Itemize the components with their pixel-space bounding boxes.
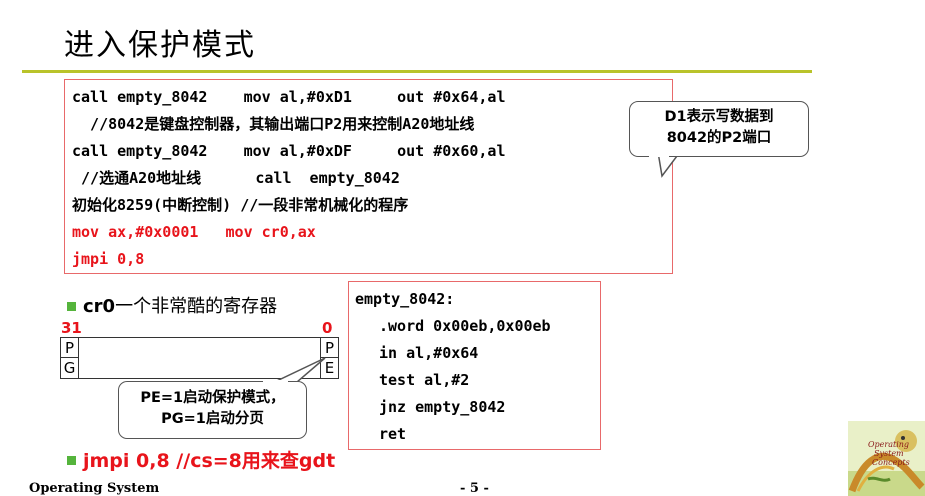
code-block: call empty_8042 mov al,#0xD1 out #0x64,a… — [64, 79, 673, 274]
d1-callout-line1: D1表示写数据到 — [664, 109, 774, 125]
pe-callout: PE=1启动保护模式， PG=1启动分页 — [118, 381, 307, 439]
footer-course-name: Operating System — [29, 481, 160, 496]
callout-joint — [649, 154, 669, 157]
pe-callout-line1: PE=1启动保护模式， — [140, 390, 285, 406]
d1-callout: D1表示写数据到 8042的P2端口 — [629, 101, 809, 157]
asm-line: .word 0x00eb,0x00eb — [379, 317, 551, 335]
bullet-marker — [67, 302, 76, 311]
asm-line: ret — [379, 425, 407, 443]
code-line: 初始化8259(中断控制) //一段非常机械化的程序 — [72, 196, 409, 214]
bullet-marker — [67, 456, 76, 465]
pe-bit-top: P — [321, 338, 338, 358]
bullet-jmpi: jmpi 0,8 //cs=8用来查gdt — [83, 450, 336, 472]
bullet-cr0-text: 一个非常酷的寄存器 — [115, 296, 278, 317]
asm-line: in al,#0x64 — [379, 344, 479, 362]
code-line-red: jmpi 0,8 — [72, 250, 145, 268]
code-line: call empty_8042 mov al,#0xD1 out #0x64,a… — [72, 88, 506, 106]
bullet-cr0-bold: cr0 — [83, 296, 116, 317]
pg-bit-bottom: G — [63, 359, 76, 377]
book-title-line2: System — [874, 449, 904, 458]
book-title-line3: Concepts — [872, 458, 910, 467]
callout-joint — [263, 380, 288, 383]
bit-0-label: 0 — [322, 319, 333, 337]
code-line: //8042是键盘控制器，其输出端口P2用来控制A20地址线 — [72, 115, 475, 133]
d1-callout-line2: 8042的P2端口 — [666, 130, 772, 146]
pg-bit-cell: P G — [61, 338, 79, 378]
slide-title: 进入保护模式 — [64, 28, 256, 63]
book-title-line1: Operating — [868, 440, 909, 449]
code-line: //选通A20地址线 call empty_8042 — [72, 169, 400, 187]
code-line-red: mov ax,#0x0001 mov cr0,ax — [72, 223, 316, 241]
title-divider — [22, 70, 812, 73]
bullet-cr0: cr0一个非常酷的寄存器 — [83, 292, 277, 318]
footer-page-number: - 5 - — [460, 481, 489, 496]
pg-bit-top: P — [61, 338, 78, 358]
code-line: call empty_8042 mov al,#0xDF out #0x60,a… — [72, 142, 506, 160]
pe-callout-line2: PG=1启动分页 — [161, 411, 264, 427]
book-cover-image: Operating System Concepts — [848, 421, 925, 496]
asm-line: jnz empty_8042 — [379, 398, 506, 416]
empty-8042-block: empty_8042: .word 0x00eb,0x00eb in al,#0… — [348, 281, 601, 450]
asm-label: empty_8042: — [355, 290, 455, 308]
bit-31-label: 31 — [61, 319, 82, 337]
asm-line: test al,#2 — [379, 371, 470, 389]
